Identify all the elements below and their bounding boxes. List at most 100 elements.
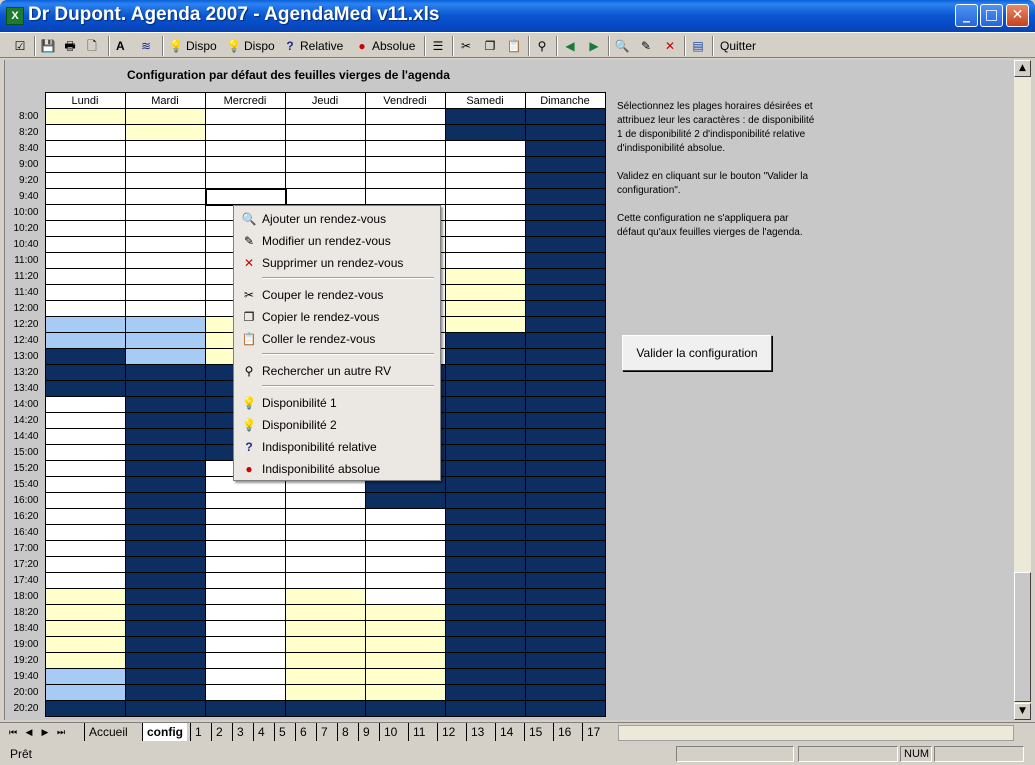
slot-cell[interactable] [44, 460, 126, 477]
slot-cell[interactable] [44, 444, 126, 461]
slot-cell[interactable] [444, 396, 526, 413]
slot-cell[interactable] [44, 652, 126, 669]
slot-cell[interactable] [524, 524, 606, 541]
slot-cell[interactable] [124, 508, 206, 525]
sheet-tab[interactable]: config [142, 723, 187, 741]
slot-cell[interactable] [204, 124, 286, 141]
slot-cell[interactable] [124, 204, 206, 221]
slot-cell[interactable] [44, 524, 126, 541]
slot-cell[interactable] [44, 284, 126, 301]
slot-cell[interactable] [524, 204, 606, 221]
slot-cell[interactable] [124, 140, 206, 157]
slot-cell[interactable] [124, 620, 206, 637]
slot-cell[interactable] [124, 652, 206, 669]
menu-item-modify-appointment[interactable]: ✎ Modifier un rendez-vous [236, 231, 438, 251]
slot-cell[interactable] [284, 556, 366, 573]
slot-cell[interactable] [124, 124, 206, 141]
sheet-tab[interactable]: 2 [211, 723, 227, 741]
slot-cell[interactable] [204, 540, 286, 557]
slot-cell[interactable] [444, 316, 526, 333]
sheet-tab[interactable]: 8 [337, 723, 353, 741]
slot-cell[interactable] [124, 236, 206, 253]
slot-cell[interactable] [124, 380, 206, 397]
slot-cell[interactable] [44, 668, 126, 685]
sheet-tab[interactable]: Accueil [84, 723, 132, 741]
menu-item-dispo1[interactable]: 💡 Disponibilité 1 [236, 393, 438, 413]
slot-cell[interactable] [124, 396, 206, 413]
slot-cell[interactable] [524, 364, 606, 381]
slot-cell[interactable] [444, 524, 526, 541]
slot-cell[interactable] [124, 348, 206, 365]
format-button[interactable]: ≋ [138, 36, 154, 56]
slot-cell[interactable] [124, 300, 206, 317]
slot-cell[interactable] [444, 620, 526, 637]
slot-cell[interactable] [204, 508, 286, 525]
sheet-tab[interactable]: 3 [232, 723, 248, 741]
slot-cell[interactable] [44, 332, 126, 349]
sheet-tab[interactable]: 1 [190, 723, 206, 741]
slot-cell[interactable] [284, 140, 366, 157]
slot-cell[interactable] [44, 172, 126, 189]
font-button[interactable]: A [116, 36, 125, 56]
checklist-button[interactable]: ☑ [12, 36, 28, 56]
slot-cell[interactable] [444, 252, 526, 269]
slot-cell[interactable] [444, 588, 526, 605]
scroll-thumb[interactable] [1014, 572, 1031, 702]
slot-cell[interactable] [44, 348, 126, 365]
slot-cell[interactable] [124, 268, 206, 285]
slot-cell[interactable] [284, 524, 366, 541]
slot-cell[interactable] [364, 508, 446, 525]
slot-cell[interactable] [524, 108, 606, 125]
cut-button[interactable]: ✂ [458, 36, 474, 56]
slot-cell[interactable] [44, 396, 126, 413]
minimize-button[interactable]: _ [955, 4, 978, 27]
horizontal-scrollbar[interactable] [618, 725, 1014, 741]
slot-cell[interactable] [444, 684, 526, 701]
slot-cell[interactable] [44, 428, 126, 445]
slot-cell[interactable] [204, 604, 286, 621]
slot-cell[interactable] [364, 556, 446, 573]
slot-cell[interactable] [524, 284, 606, 301]
slot-cell[interactable] [204, 684, 286, 701]
slot-cell[interactable] [364, 620, 446, 637]
slot-cell[interactable] [204, 108, 286, 125]
slot-cell[interactable] [204, 652, 286, 669]
slot-cell[interactable] [44, 316, 126, 333]
slot-cell[interactable] [524, 652, 606, 669]
slot-cell[interactable] [204, 524, 286, 541]
slot-cell[interactable] [204, 620, 286, 637]
slot-cell[interactable] [124, 428, 206, 445]
menu-item-delete-appointment[interactable]: ✕ Supprimer un rendez-vous [236, 253, 438, 273]
next-button[interactable]: ▶ [586, 36, 602, 56]
slot-cell[interactable] [364, 572, 446, 589]
slot-cell[interactable] [124, 252, 206, 269]
slot-cell[interactable] [364, 636, 446, 653]
sheet-tab[interactable]: 15 [524, 723, 547, 741]
slot-cell[interactable] [124, 700, 206, 717]
slot-cell[interactable] [524, 172, 606, 189]
slot-cell[interactable] [524, 668, 606, 685]
slot-cell[interactable] [524, 396, 606, 413]
slot-cell[interactable] [124, 284, 206, 301]
slot-cell[interactable] [524, 428, 606, 445]
slot-cell[interactable] [284, 652, 366, 669]
slot-cell[interactable] [44, 508, 126, 525]
slot-cell[interactable] [44, 268, 126, 285]
menu-item-indispo-absolue[interactable]: ● Indisponibilité absolue [236, 459, 438, 479]
slot-cell[interactable] [44, 620, 126, 637]
slot-cell[interactable] [44, 588, 126, 605]
slot-cell[interactable] [44, 476, 126, 493]
excel-icon[interactable]: X [6, 7, 24, 25]
menu-item-dispo2[interactable]: 💡 Disponibilité 2 [236, 415, 438, 435]
slot-cell[interactable] [284, 108, 366, 125]
slot-cell[interactable] [524, 684, 606, 701]
slot-cell[interactable] [124, 572, 206, 589]
slot-cell[interactable] [284, 188, 366, 205]
slot-cell[interactable] [44, 156, 126, 173]
slot-cell[interactable] [124, 108, 206, 125]
slot-cell[interactable] [444, 220, 526, 237]
slot-cell[interactable] [444, 364, 526, 381]
slot-cell[interactable] [124, 188, 206, 205]
menu-item-paste[interactable]: 📋 Coller le rendez-vous [236, 329, 438, 349]
slot-cell[interactable] [364, 108, 446, 125]
